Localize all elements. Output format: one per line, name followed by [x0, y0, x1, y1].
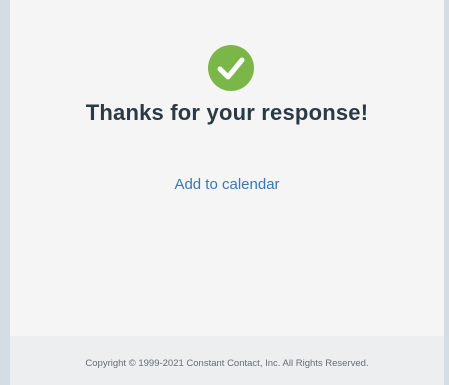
confirmation-page: Thanks for your response! Add to calenda…	[0, 0, 449, 385]
add-to-calendar-link[interactable]: Add to calendar	[10, 176, 444, 193]
copyright-text: Copyright © 1999-2021 Constant Contact, …	[85, 358, 369, 369]
checkmark-circle-icon	[208, 45, 254, 91]
left-border	[0, 0, 10, 385]
confirmation-title: Thanks for your response!	[85, 100, 369, 125]
right-border	[444, 0, 449, 385]
